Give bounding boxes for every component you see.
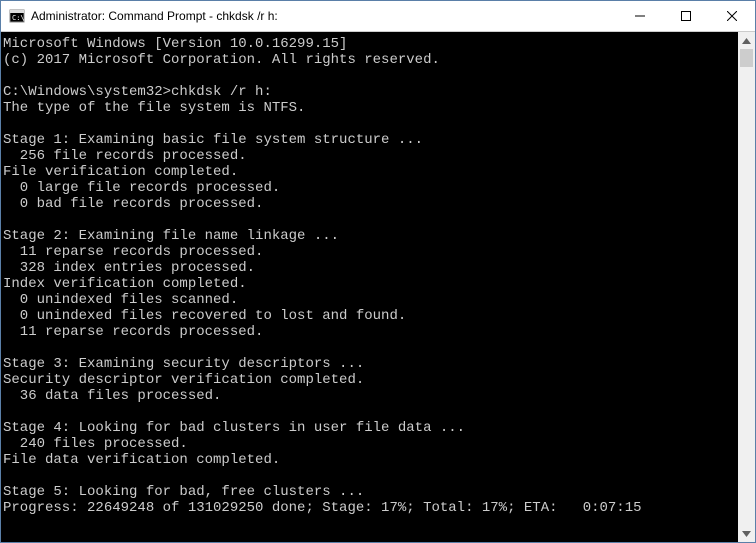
scrollbar-track[interactable] [738,49,755,525]
scrollbar-thumb[interactable] [740,49,753,67]
console-area: Microsoft Windows [Version 10.0.16299.15… [1,32,755,542]
console-output[interactable]: Microsoft Windows [Version 10.0.16299.15… [1,32,738,542]
scroll-up-button[interactable] [738,32,755,49]
maximize-button[interactable] [663,1,709,31]
window-titlebar[interactable]: C:\ Administrator: Command Prompt - chkd… [1,1,755,32]
minimize-button[interactable] [617,1,663,31]
window-controls [617,1,755,31]
cmd-icon: C:\ [9,8,25,24]
scroll-down-button[interactable] [738,525,755,542]
svg-text:C:\: C:\ [12,14,25,22]
close-button[interactable] [709,1,755,31]
window-title: Administrator: Command Prompt - chkdsk /… [31,9,278,23]
vertical-scrollbar[interactable] [738,32,755,542]
